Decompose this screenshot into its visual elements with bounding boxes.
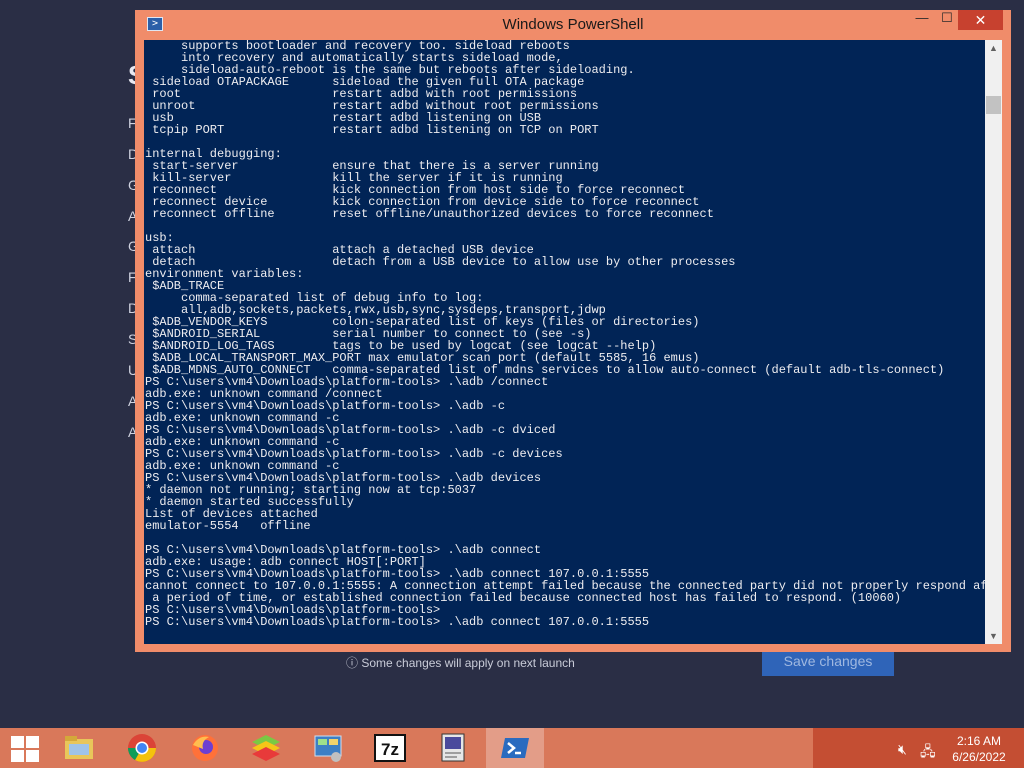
clock[interactable]: 2:16 AM 6/26/2022 bbox=[943, 733, 1015, 765]
powershell-icon bbox=[501, 738, 529, 758]
taskbar-file-explorer[interactable] bbox=[50, 728, 108, 768]
chrome-icon bbox=[128, 734, 156, 762]
control-panel-icon bbox=[314, 735, 342, 762]
clock-time: 2:16 AM bbox=[956, 734, 1002, 748]
maximize-button[interactable]: ☐ bbox=[935, 10, 959, 30]
minimize-button[interactable]: — bbox=[909, 10, 935, 30]
windows-logo-icon bbox=[11, 736, 39, 762]
system-tray: 🔇︎ 🖧︎ 2:16 AM 6/26/2022 bbox=[813, 728, 1024, 768]
start-button[interactable] bbox=[0, 728, 48, 768]
taskbar-text-editor[interactable] bbox=[424, 728, 482, 768]
info-icon: ⓘ bbox=[346, 656, 359, 670]
taskbar-bluestacks[interactable] bbox=[237, 728, 295, 768]
scroll-down-arrow-icon[interactable]: ▼ bbox=[985, 628, 1002, 644]
scroll-up-arrow-icon[interactable]: ▲ bbox=[985, 40, 1002, 56]
firefox-icon bbox=[192, 735, 218, 761]
network-icon[interactable]: 🖧︎ bbox=[920, 741, 936, 765]
close-button[interactable]: ✕ bbox=[958, 10, 1003, 30]
7zip-icon: 7z bbox=[374, 734, 406, 762]
powershell-window: > Windows PowerShell — ☐ ✕ supports boot… bbox=[135, 10, 1011, 652]
taskbar-firefox[interactable] bbox=[176, 728, 234, 768]
taskbar-chrome[interactable] bbox=[113, 728, 171, 768]
notice-text: Some changes will apply on next launch bbox=[361, 656, 575, 670]
taskbar: 7z 🔇︎ 🖧︎ 2:16 AM 6/26/2022 bbox=[0, 728, 1024, 768]
bluestacks-icon bbox=[252, 735, 280, 761]
window-title: Windows PowerShell bbox=[502, 16, 644, 33]
7zip-label: 7z bbox=[381, 740, 399, 759]
taskbar-powershell[interactable] bbox=[486, 728, 544, 768]
console-output[interactable]: supports bootloader and recovery too. si… bbox=[144, 40, 985, 644]
file-explorer-icon bbox=[65, 736, 93, 759]
taskbar-control-panel[interactable] bbox=[299, 728, 357, 768]
clock-date: 6/26/2022 bbox=[952, 750, 1006, 764]
restart-notice: ⓘ Some changes will apply on next launch bbox=[346, 654, 575, 671]
vertical-scrollbar[interactable]: ▲ ▼ bbox=[985, 40, 1002, 644]
speaker-muted-icon[interactable]: 🔇︎ bbox=[898, 741, 907, 758]
scrollbar-thumb[interactable] bbox=[986, 96, 1001, 114]
text-editor-icon bbox=[441, 733, 465, 762]
title-bar[interactable]: > Windows PowerShell — ☐ ✕ bbox=[135, 10, 1011, 40]
console-text: supports bootloader and recovery too. si… bbox=[145, 40, 985, 629]
taskbar-7zip[interactable]: 7z bbox=[361, 728, 419, 768]
